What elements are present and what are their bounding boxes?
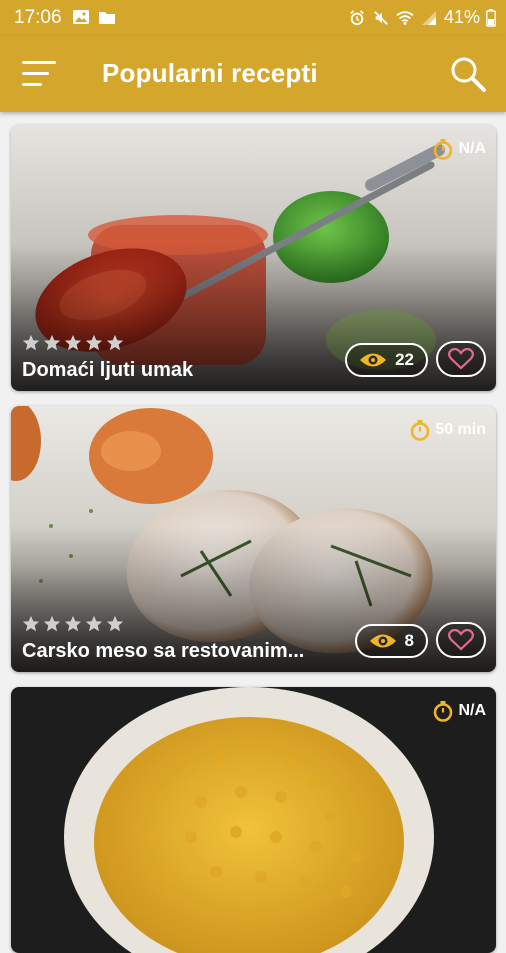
- star-icon: [64, 334, 82, 351]
- star-icon: [43, 615, 61, 632]
- star-icon: [43, 334, 61, 351]
- cook-time: 50 min: [409, 419, 486, 441]
- menu-button[interactable]: [20, 58, 60, 90]
- cook-time-value: N/A: [458, 140, 486, 157]
- favorite-button[interactable]: [436, 622, 486, 658]
- mute-icon: [374, 10, 388, 25]
- status-left-icons: [72, 9, 116, 25]
- stopwatch-icon: [434, 139, 453, 160]
- eye-icon: [369, 634, 396, 648]
- status-time: 17:06: [14, 7, 62, 28]
- star-icon: [64, 615, 82, 632]
- battery-percent: 41%: [443, 7, 480, 27]
- hamburger-menu-icon: [22, 61, 56, 86]
- image-icon: [73, 10, 89, 24]
- status-bar: 17:06 41%: [0, 0, 506, 36]
- star-icon: [22, 334, 40, 351]
- star-icon: [85, 615, 103, 632]
- views-badge: 22: [345, 343, 428, 377]
- cook-time-value: N/A: [458, 702, 486, 719]
- search-icon: [451, 57, 486, 92]
- recipe-photo: [11, 687, 496, 953]
- stopwatch-icon: [411, 420, 430, 441]
- cook-time: N/A: [432, 138, 486, 160]
- folder-icon: [99, 12, 115, 24]
- recipe-title: Domaći ljuti umak: [22, 359, 194, 381]
- star-icon: [106, 334, 124, 351]
- cook-time-value: 50 min: [435, 421, 486, 438]
- rating-stars: [22, 615, 124, 633]
- star-icon: [22, 615, 40, 632]
- recipe-card[interactable]: N/A Domaći ljuti umak 22: [11, 125, 496, 391]
- recipe-card[interactable]: 50 min Carsko meso sa restovanim... 8: [11, 406, 496, 672]
- page-title: Popularni recepti: [102, 58, 318, 88]
- recipe-card[interactable]: N/A: [11, 687, 496, 953]
- status-right: 41%: [348, 7, 496, 28]
- heart-icon: [448, 629, 474, 651]
- wifi-icon: [396, 10, 414, 25]
- search-button[interactable]: [448, 54, 488, 94]
- cook-time: N/A: [432, 700, 486, 722]
- heart-icon: [448, 348, 474, 370]
- signal-icon: [421, 10, 436, 25]
- eye-icon: [360, 353, 387, 367]
- star-icon: [85, 334, 103, 351]
- favorite-button[interactable]: [436, 341, 486, 377]
- rating-stars: [22, 334, 124, 352]
- alarm-icon: [350, 9, 364, 25]
- views-count: 22: [395, 350, 414, 369]
- recipe-title: Carsko meso sa restovanim...: [22, 640, 305, 662]
- star-icon: [106, 615, 124, 632]
- battery-icon: [486, 8, 496, 27]
- views-badge: 8: [354, 624, 428, 658]
- app-bar: Popularni recepti: [0, 36, 506, 112]
- views-count: 8: [404, 631, 414, 650]
- stopwatch-icon: [434, 701, 453, 722]
